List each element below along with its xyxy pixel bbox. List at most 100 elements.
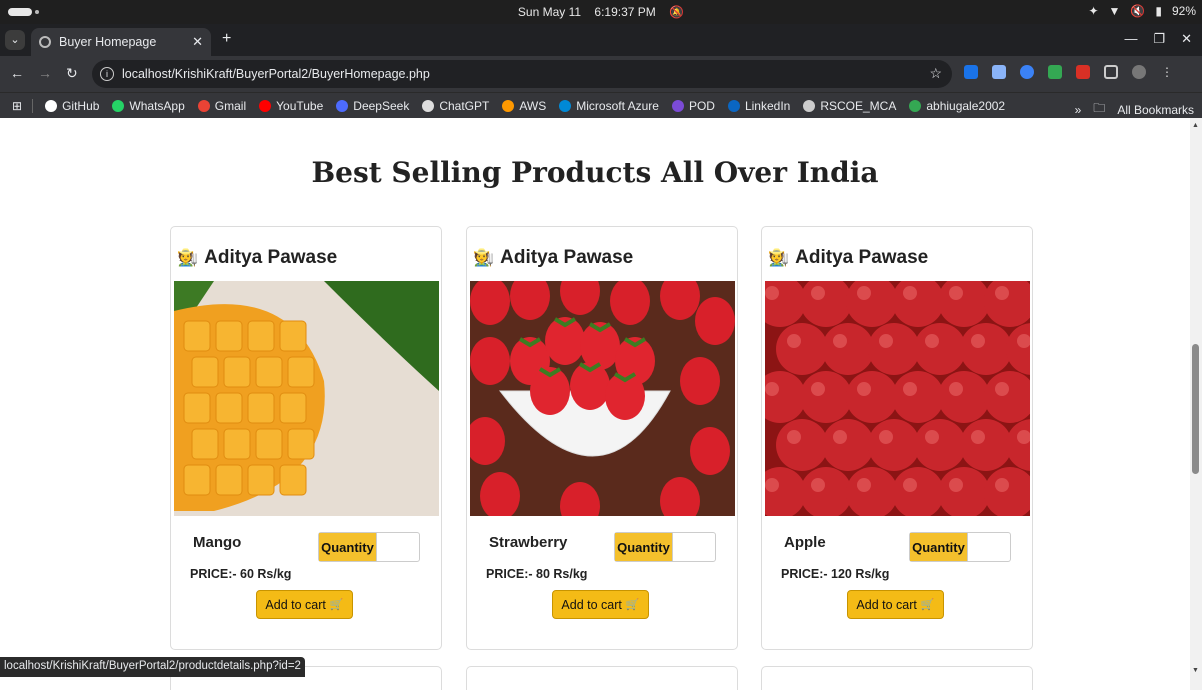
quantity-input[interactable]: [673, 533, 715, 561]
bookmark-item[interactable]: POD: [671, 98, 715, 113]
extension-icon[interactable]: [1048, 65, 1062, 79]
link-status-bar: localhost/KrishiKraft/BuyerPortal2/produ…: [0, 657, 305, 677]
tab-search-button[interactable]: ⌄: [5, 30, 25, 50]
browser-toolbar: ← → ↻ i localhost/KrishiKraft/BuyerPorta…: [0, 56, 1202, 92]
system-time: 6:19:37 PM: [594, 5, 656, 19]
seller-label: Aditya Pawase: [500, 247, 634, 268]
bookmark-label: POD: [688, 98, 715, 113]
bookmark-item[interactable]: RSCOE_MCA: [803, 99, 896, 113]
reload-icon[interactable]: ↻: [66, 65, 78, 82]
azure-icon: [559, 99, 572, 112]
product-name: Apple: [784, 534, 826, 551]
bookmark-label: WhatsApp: [129, 98, 185, 113]
bookmark-label: RSCOE_MCA: [820, 98, 897, 113]
bookmark-label: DeepSeek: [353, 98, 410, 113]
product-card[interactable]: 🧑‍🌾 Aditya Pawase Apple Quantity PRICE:- 120…: [761, 226, 1033, 650]
product-image[interactable]: [174, 281, 439, 516]
accessibility-icon[interactable]: ✦: [1088, 4, 1098, 18]
farmer-icon: 🧑‍🌾: [768, 248, 790, 267]
scrollbar-thumb[interactable]: [1192, 344, 1199, 474]
seller-name: 🧑‍🌾 Aditya Pawase: [473, 247, 633, 269]
product-name: Strawberry: [489, 534, 568, 551]
scroll-up-icon[interactable]: ▲: [1192, 122, 1199, 129]
product-card[interactable]: 🧑‍🌾 Aditya Pawase Strawberry Quantity PRICE:…: [466, 226, 738, 650]
close-window-icon[interactable]: ✕: [1181, 31, 1192, 47]
seller-name: 🧑‍🌾 Aditya Pawase: [768, 247, 928, 269]
extension-icon[interactable]: [1076, 65, 1090, 79]
seller-name: 🧑‍🌾 Aditya Pawase: [177, 247, 337, 269]
seller-label: Aditya Pawase: [795, 247, 929, 268]
system-clock[interactable]: Sun May 11 6:19:37 PM 🔕: [0, 5, 1202, 19]
bookmark-star-icon[interactable]: ☆: [929, 65, 942, 82]
product-image[interactable]: [470, 281, 735, 516]
tab-buyer-homepage[interactable]: Buyer Homepage ✕: [31, 28, 211, 56]
apps-grid-icon[interactable]: ⊞: [12, 99, 22, 113]
add-to-cart-button[interactable]: Add to cart 🛒: [552, 590, 649, 619]
quantity-field[interactable]: Quantity: [318, 532, 420, 562]
all-bookmarks-link[interactable]: All Bookmarks: [1117, 103, 1194, 117]
profile-avatar-icon[interactable]: [1132, 65, 1146, 79]
bookmarks-separator: [32, 98, 34, 113]
extension-icon[interactable]: [992, 65, 1006, 79]
wifi-icon[interactable]: ▼: [1109, 4, 1121, 18]
bookmark-item[interactable]: DeepSeek: [336, 99, 409, 113]
battery-percent: 92%: [1171, 4, 1196, 18]
volume-muted-icon[interactable]: 🔇: [1130, 4, 1145, 18]
battery-icon[interactable]: ▮: [1155, 4, 1162, 18]
site-info-icon[interactable]: i: [100, 67, 114, 81]
bookmark-item[interactable]: Microsoft Azure: [559, 99, 659, 113]
scroll-down-icon[interactable]: ▼: [1192, 667, 1199, 674]
bookmark-item[interactable]: LinkedIn: [727, 99, 790, 113]
new-tab-button[interactable]: +: [222, 30, 231, 48]
bookmark-item[interactable]: YouTube: [259, 99, 323, 113]
extension-icon[interactable]: [964, 65, 978, 79]
bookmark-item[interactable]: GitHub: [45, 99, 99, 113]
system-tray[interactable]: ✦ ▼ 🔇 ▮ 92%: [1088, 4, 1196, 18]
extensions-puzzle-icon[interactable]: [1104, 65, 1118, 79]
linkedin-icon: [727, 99, 740, 112]
github-icon: [45, 99, 58, 112]
forward-icon[interactable]: →: [38, 65, 52, 81]
restore-icon[interactable]: ❐: [1153, 31, 1165, 47]
quantity-input[interactable]: [968, 533, 1010, 561]
globe-icon: [39, 36, 51, 48]
add-to-cart-button[interactable]: Add to cart 🛒: [847, 590, 944, 619]
quantity-field[interactable]: Quantity: [614, 532, 716, 562]
quantity-input[interactable]: [377, 533, 419, 561]
farmer-icon: 🧑‍🌾: [473, 248, 495, 267]
add-to-cart-button[interactable]: Add to cart 🛒: [256, 590, 353, 619]
bookmark-item[interactable]: AWS: [502, 99, 546, 113]
bookmark-item[interactable]: WhatsApp: [112, 98, 185, 113]
address-bar[interactable]: i localhost/KrishiKraft/BuyerPortal2/Buy…: [92, 60, 952, 88]
product-card[interactable]: [466, 666, 738, 690]
product-card[interactable]: 🧑‍🌾 Aditya Pawase Mango Quantity PRICE:- 60 …: [170, 226, 442, 650]
bookmark-label: Gmail: [214, 98, 247, 113]
product-name: Mango: [193, 534, 242, 551]
page-scrollbar[interactable]: ▲ ▼: [1190, 118, 1202, 690]
page-content: Best Selling Products All Over India 🧑‍🌾…: [0, 118, 1190, 690]
quantity-field[interactable]: Quantity: [909, 532, 1011, 562]
close-tab-icon[interactable]: ✕: [192, 34, 203, 50]
url-text[interactable]: localhost/KrishiKraft/BuyerPortal2/Buyer…: [122, 67, 430, 81]
tab-strip: ⌄ Buyer Homepage ✕ + — ❐ ✕: [0, 24, 1202, 56]
bookmark-item[interactable]: abhiugale2002: [909, 99, 1005, 113]
notifications-muted-icon: 🔕: [669, 5, 685, 19]
bookmarks-right: » 🗀 All Bookmarks: [1075, 99, 1194, 120]
more-bookmarks-icon[interactable]: »: [1075, 103, 1082, 117]
bookmark-item[interactable]: Gmail: [197, 98, 247, 113]
back-icon[interactable]: ←: [10, 65, 24, 81]
menu-kebab-icon[interactable]: ⋮: [1160, 65, 1174, 79]
system-top-bar: Sun May 11 6:19:37 PM 🔕 ✦ ▼ 🔇 ▮ 92%: [0, 0, 1202, 24]
drive-icon: [909, 99, 922, 112]
product-image[interactable]: [765, 281, 1030, 516]
bookmark-item[interactable]: ChatGPT: [422, 99, 489, 113]
minimize-icon[interactable]: —: [1124, 31, 1137, 47]
product-price: PRICE:- 60 Rs/kg: [190, 567, 292, 581]
browser-chrome: ⌄ Buyer Homepage ✕ + — ❐ ✕ ← → ↻ i local…: [0, 24, 1202, 118]
globe-icon: [803, 99, 816, 112]
product-card[interactable]: [761, 666, 1033, 690]
extension-icon[interactable]: [1020, 65, 1034, 79]
extensions-area: ⋮: [964, 65, 1174, 79]
folder-icon: 🗀: [1093, 101, 1106, 115]
seller-label: Aditya Pawase: [204, 247, 338, 268]
